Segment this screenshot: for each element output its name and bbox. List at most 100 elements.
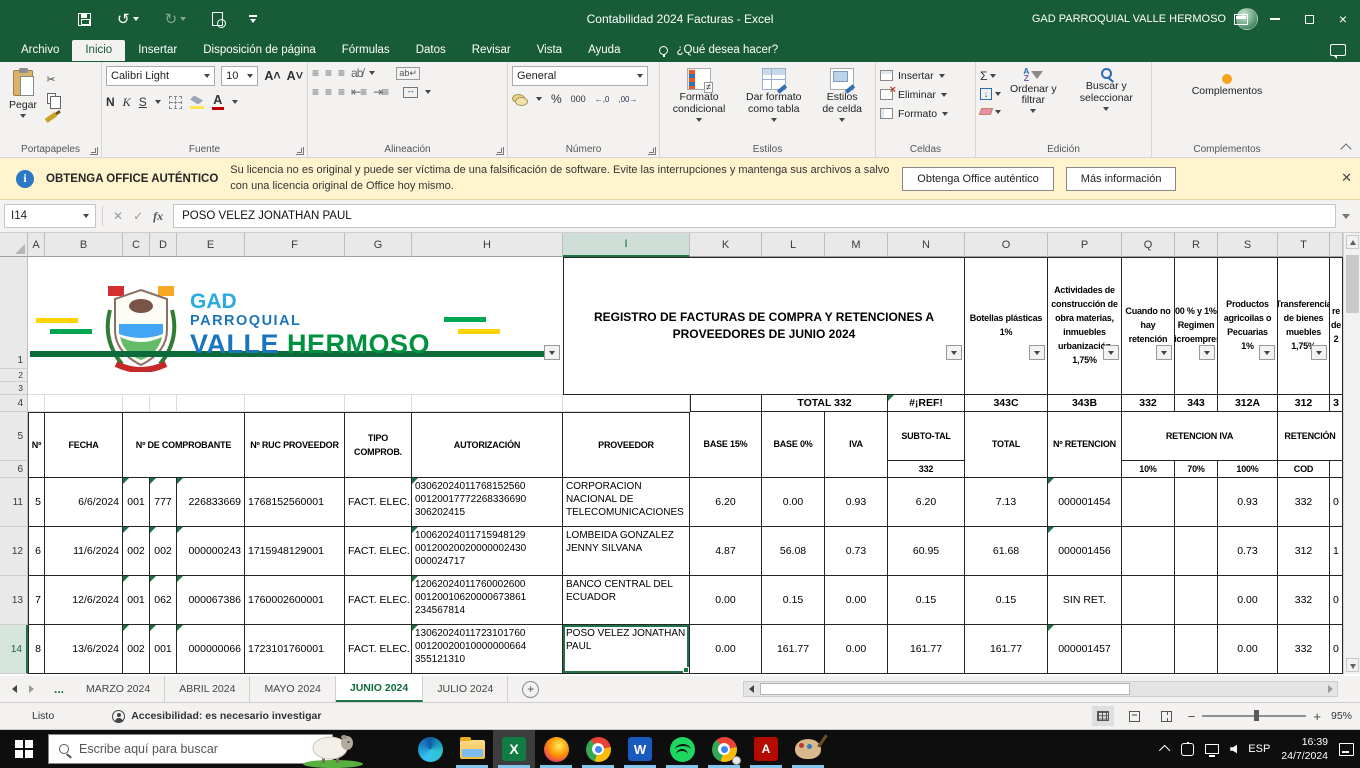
cell-S14[interactable]: 0.00 [1218, 625, 1278, 674]
menu-tab-ayuda[interactable]: Ayuda [575, 40, 633, 61]
copy-button[interactable] [42, 91, 60, 106]
horizontal-scroll-thumb[interactable] [760, 683, 1130, 695]
cell-R14[interactable] [1175, 625, 1218, 674]
new-sheet-button[interactable]: + [522, 681, 539, 698]
cell-L-M4[interactable]: TOTAL 332 [762, 395, 888, 412]
sheet-overflow-button[interactable]: ... [46, 676, 72, 702]
zoom-in-button[interactable]: + [1313, 710, 1321, 723]
cell-U11[interactable]: 0 [1330, 478, 1343, 527]
start-button[interactable] [0, 730, 48, 768]
header-cell-N-r6[interactable]: 332 [888, 461, 965, 478]
ribbon-display-options-button[interactable] [1224, 0, 1258, 38]
header-cell-H-r56[interactable]: AUTORIZACIÓN [412, 412, 563, 478]
column-header-K[interactable]: K [690, 233, 762, 257]
cell-N14[interactable]: 161.77 [888, 625, 965, 674]
cell-B4[interactable] [45, 395, 123, 412]
percent-format-button[interactable]: % [551, 92, 562, 106]
column-header-N[interactable]: N [888, 233, 965, 257]
cell-T13[interactable]: 332 [1278, 576, 1330, 625]
cell-Q12[interactable] [1122, 527, 1175, 576]
previous-sheet-icon[interactable] [12, 685, 17, 693]
column-header-O[interactable]: O [965, 233, 1048, 257]
scroll-down-icon[interactable] [1346, 658, 1359, 672]
column-header-T[interactable]: T [1278, 233, 1330, 257]
cell-U13[interactable]: 0 [1330, 576, 1343, 625]
cell-O14[interactable]: 161.77 [965, 625, 1048, 674]
increase-indent-button[interactable]: ⇥≡ [373, 85, 388, 99]
header-cell-Q-r6[interactable]: 10% [1122, 461, 1175, 478]
cell-K13[interactable]: 0.00 [690, 576, 762, 625]
normal-view-button[interactable] [1092, 706, 1114, 726]
row-header-3[interactable]: 3 [0, 382, 28, 395]
cell-F4[interactable] [245, 395, 345, 412]
column-header-F[interactable]: F [245, 233, 345, 257]
cell-A14[interactable]: 8 [28, 625, 45, 674]
column-header-A[interactable]: A [28, 233, 45, 257]
column-header-H[interactable]: H [412, 233, 563, 257]
align-bottom-button[interactable]: ≡ [338, 66, 344, 80]
header-cell-G-r56[interactable]: TIPO COMPROB. [345, 412, 412, 478]
tray-expand-icon[interactable] [1159, 745, 1170, 756]
sheet-tab-mayo-2024[interactable]: MAYO 2024 [250, 676, 335, 702]
filter-button-H[interactable] [544, 345, 560, 360]
cell-S4[interactable]: 312A [1218, 395, 1278, 412]
column-header-L[interactable]: L [762, 233, 825, 257]
cell-K4[interactable] [690, 395, 762, 412]
row-header-13[interactable]: 13 [0, 576, 28, 625]
cell-I12[interactable]: LOMBEIDA GONZALEZ JENNY SILVANA [563, 527, 690, 576]
cell-D14[interactable]: 001 [150, 625, 177, 674]
cell-D13[interactable]: 062 [150, 576, 177, 625]
report-title-cell[interactable]: REGISTRO DE FACTURAS DE COMPRA Y RETENCI… [563, 257, 965, 395]
cell-I11[interactable]: CORPORACION NACIONAL DE TELECOMUNICACION… [563, 478, 690, 527]
cell-Q13[interactable] [1122, 576, 1175, 625]
column-header-B[interactable]: B [45, 233, 123, 257]
clear-button[interactable] [980, 104, 1001, 119]
cell-F12[interactable]: 1715948129001 [245, 527, 345, 576]
cell-F13[interactable]: 1760002600001 [245, 576, 345, 625]
scroll-left-icon[interactable] [744, 682, 758, 696]
notification-center-icon[interactable] [1339, 743, 1354, 756]
header-cell-M-r56[interactable]: IVA [825, 412, 888, 478]
scroll-right-icon[interactable] [1323, 682, 1337, 696]
column-header-P[interactable]: P [1048, 233, 1122, 257]
cell-R12[interactable] [1175, 527, 1218, 576]
customize-toolbar-button[interactable] [249, 15, 257, 23]
row-header-2[interactable]: 2 [0, 369, 28, 382]
alignment-dialog-launcher[interactable] [496, 147, 504, 155]
header-cell-Q1[interactable]: Cuando no hay retención [1122, 257, 1175, 395]
accessibility-status[interactable]: Accesibilidad: es necesario investigar [112, 710, 321, 723]
header-cell-U1[interactable]: re de 2 [1330, 257, 1343, 395]
cell-G14[interactable]: FACT. ELEC. [345, 625, 412, 674]
zoom-level[interactable]: 95% [1331, 710, 1352, 722]
merge-center-button[interactable] [403, 87, 418, 98]
format-painter-button[interactable] [42, 110, 60, 125]
cell-T12[interactable]: 312 [1278, 527, 1330, 576]
get-genuine-office-button[interactable]: Obtenga Office auténtico [902, 167, 1054, 191]
cell-K14[interactable]: 0.00 [690, 625, 762, 674]
cell-B13[interactable]: 12/6/2024 [45, 576, 123, 625]
sort-filter-button[interactable]: AZ Ordenar y filtrar [1001, 66, 1066, 141]
cell-M13[interactable]: 0.00 [825, 576, 888, 625]
cell-C11[interactable]: 001 [123, 478, 150, 527]
cell-F14[interactable]: 1723101760001 [245, 625, 345, 674]
decrease-indent-button[interactable]: ⇤≡ [351, 85, 366, 99]
cell-E11[interactable]: 226833669 [177, 478, 245, 527]
font-size-select[interactable]: 10 [221, 66, 258, 86]
cell-R11[interactable] [1175, 478, 1218, 527]
header-cell-C-E-r56[interactable]: Nº DE COMPROBANTE [123, 412, 245, 478]
edge-button[interactable] [409, 730, 451, 768]
header-cell-S-r6[interactable]: 100% [1218, 461, 1278, 478]
header-cell-T-U-r5[interactable]: RETENCIÓN [1278, 412, 1343, 461]
collapse-ribbon-button[interactable] [1340, 143, 1351, 154]
cell-Q14[interactable] [1122, 625, 1175, 674]
header-cell-O-r56[interactable]: TOTAL [965, 412, 1048, 478]
header-cell-U-r6[interactable] [1330, 461, 1343, 478]
cell-U4[interactable]: 3 [1330, 395, 1343, 412]
page-break-view-button[interactable] [1156, 706, 1178, 726]
filter-button-N[interactable] [946, 345, 962, 360]
cell-O13[interactable]: 0.15 [965, 576, 1048, 625]
menu-tab-inicio[interactable]: Inicio [72, 40, 125, 61]
cell-G13[interactable]: FACT. ELEC. [345, 576, 412, 625]
name-box[interactable]: I14 [4, 204, 96, 228]
taskbar-search-input[interactable]: Escribe aquí para buscar [48, 734, 333, 764]
